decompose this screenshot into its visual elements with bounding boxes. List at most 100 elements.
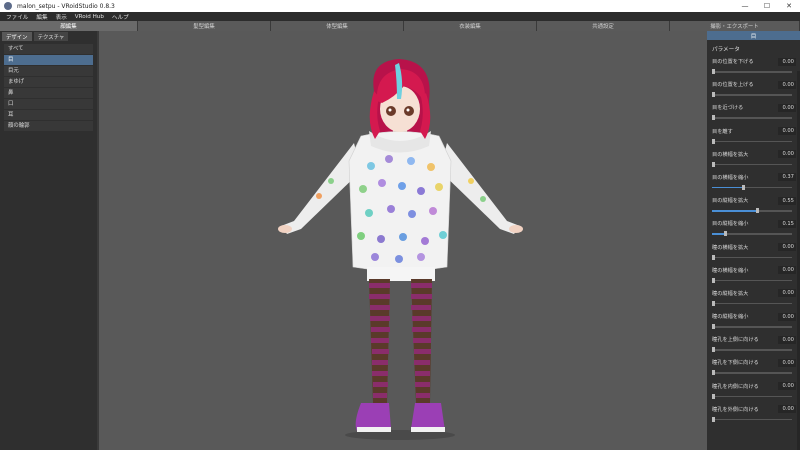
menu-help[interactable]: ヘルプ	[112, 13, 129, 21]
parameter-slider[interactable]	[712, 69, 796, 74]
parameter-slider[interactable]	[712, 184, 796, 190]
parameter-header: 瞳孔を内側に向ける 0.00	[712, 381, 796, 392]
parameter-row: 目を離す 0.00	[707, 126, 800, 149]
parameter-slider[interactable]	[712, 161, 796, 167]
parameter-slider[interactable]	[712, 138, 796, 144]
parameter-list: 目の位置を下げる 0.00 目の位置を上げる 0.00 目を近づける 0.00 目を離す 0.…	[707, 56, 800, 427]
parameter-label: 目の縦幅を縮小	[712, 221, 749, 228]
left-shoe	[355, 403, 391, 431]
tab-design[interactable]: デザイン	[2, 32, 32, 41]
parameter-header: 目の縦幅を縮小 0.15	[712, 218, 796, 229]
tab-texture[interactable]: テクスチャ	[33, 32, 69, 41]
list-item-mouth[interactable]: 口	[4, 99, 93, 110]
parameter-value-field[interactable]: 0.15	[778, 219, 796, 228]
menu-edit[interactable]: 編集	[36, 13, 47, 21]
slider-knob[interactable]	[712, 138, 715, 144]
parameter-slider[interactable]	[712, 115, 796, 121]
vroid-app-icon	[4, 2, 12, 10]
minimize-button[interactable]: —	[734, 0, 756, 12]
parameter-header: 瞳孔を上側に向ける 0.00	[712, 334, 796, 345]
parameter-slider[interactable]	[712, 370, 796, 376]
slider-knob[interactable]	[724, 231, 727, 237]
parameter-value-field[interactable]: 0.00	[778, 57, 796, 66]
parameter-label: 瞳の横幅を縮小	[712, 267, 749, 274]
parameter-value-field[interactable]: 0.00	[778, 103, 796, 112]
slider-track	[712, 372, 792, 374]
menu-vroid-hub[interactable]: VRoid Hub	[75, 14, 104, 20]
tab-outfit-edit[interactable]: 衣装編集	[404, 21, 537, 31]
slider-fill	[712, 210, 756, 212]
parameter-value-field[interactable]: 0.55	[778, 196, 796, 205]
tab-face-edit[interactable]: 顔編集	[0, 21, 138, 31]
list-item-all[interactable]: すべて	[4, 44, 93, 55]
slider-knob[interactable]	[712, 393, 715, 399]
parameter-slider[interactable]	[712, 324, 796, 330]
parameter-value-field[interactable]: 0.00	[778, 150, 796, 159]
parameter-slider[interactable]	[712, 277, 796, 283]
tab-photo-export[interactable]: 撮影・エクスポート	[670, 21, 800, 31]
parameter-label: 目の位置を下げる	[712, 59, 754, 65]
slider-track	[712, 349, 792, 351]
menu-view[interactable]: 表示	[56, 13, 67, 21]
parameter-label: 目を離す	[712, 128, 733, 135]
parameter-slider[interactable]	[712, 300, 796, 306]
parameter-value-field[interactable]: 0.00	[778, 80, 796, 89]
parameter-value-field[interactable]: 0.00	[778, 358, 796, 367]
list-item-eyes[interactable]: 目	[4, 55, 93, 66]
list-item-face-contour[interactable]: 顔の輪郭	[4, 121, 93, 132]
slider-knob[interactable]	[712, 370, 715, 376]
parameter-label: 瞳孔を外側に向ける	[712, 406, 759, 413]
slider-knob[interactable]	[712, 324, 715, 330]
parameter-row: 瞳の縦幅を縮小 0.00	[707, 311, 800, 334]
menu-file[interactable]: ファイル	[6, 13, 28, 21]
list-item-ears[interactable]: 耳	[4, 110, 93, 121]
slider-track	[712, 163, 792, 166]
parameter-label: 目の位置を上げる	[712, 82, 754, 89]
parameter-value-field[interactable]: 0.00	[778, 405, 796, 414]
slider-knob[interactable]	[712, 277, 715, 283]
slider-knob[interactable]	[712, 161, 715, 167]
parameter-slider[interactable]	[712, 231, 796, 237]
parameter-value-field[interactable]: 0.00	[778, 312, 796, 321]
parameter-value-field[interactable]: 0.00	[778, 382, 796, 391]
parameter-label: 目の横幅を縮小	[712, 174, 749, 181]
parameter-slider[interactable]	[712, 347, 796, 353]
panel-header: 目	[707, 31, 800, 40]
slider-track	[712, 418, 792, 421]
parameter-header: 目の位置を上げる 0.00	[712, 79, 796, 90]
parameter-value-field[interactable]: 0.37	[778, 173, 796, 182]
slider-knob[interactable]	[712, 416, 715, 422]
slider-knob[interactable]	[741, 184, 745, 190]
parameter-value-field[interactable]: 0.00	[778, 266, 796, 275]
list-item-eye-area[interactable]: 目元	[4, 66, 93, 77]
slider-knob[interactable]	[712, 300, 715, 306]
close-button[interactable]: ✕	[778, 0, 800, 12]
parameter-row: 瞳孔を外側に向ける 0.00	[707, 404, 800, 427]
slider-knob[interactable]	[712, 347, 715, 353]
parameter-slider[interactable]	[712, 254, 796, 260]
slider-knob[interactable]	[712, 254, 715, 260]
parameter-slider[interactable]	[712, 92, 796, 98]
parameter-label: 目の縦幅を拡大	[712, 198, 749, 205]
3d-viewport[interactable]	[99, 31, 707, 450]
parameter-header: 瞳の縦幅を拡大 0.00	[712, 288, 796, 299]
tab-body-edit[interactable]: 体型編集	[271, 21, 404, 31]
parameter-value-field[interactable]: 0.00	[778, 243, 796, 251]
parameter-value-field[interactable]: 0.00	[778, 289, 796, 298]
slider-knob[interactable]	[712, 69, 715, 74]
parameter-slider[interactable]	[712, 393, 796, 399]
list-item-nose[interactable]: 鼻	[4, 88, 93, 99]
list-item-eyebrows[interactable]: まゆげ	[4, 77, 93, 88]
slider-knob[interactable]	[712, 115, 715, 121]
parameter-value-field[interactable]: 0.00	[778, 335, 796, 344]
face-part-list: すべて 目 目元 まゆげ 鼻 口 耳 顔の輪郭	[4, 44, 93, 132]
parameter-value-field[interactable]: 0.00	[778, 127, 796, 136]
slider-knob[interactable]	[756, 208, 759, 214]
tab-hair-edit[interactable]: 髪型編集	[138, 21, 271, 31]
parameter-slider[interactable]	[712, 416, 796, 422]
maximize-button[interactable]: ☐	[756, 0, 778, 12]
slider-knob[interactable]	[712, 92, 715, 98]
parameter-slider[interactable]	[712, 208, 796, 214]
parameter-label: 瞳の縦幅を拡大	[712, 290, 749, 297]
tab-common-settings[interactable]: 共通設定	[537, 21, 670, 31]
